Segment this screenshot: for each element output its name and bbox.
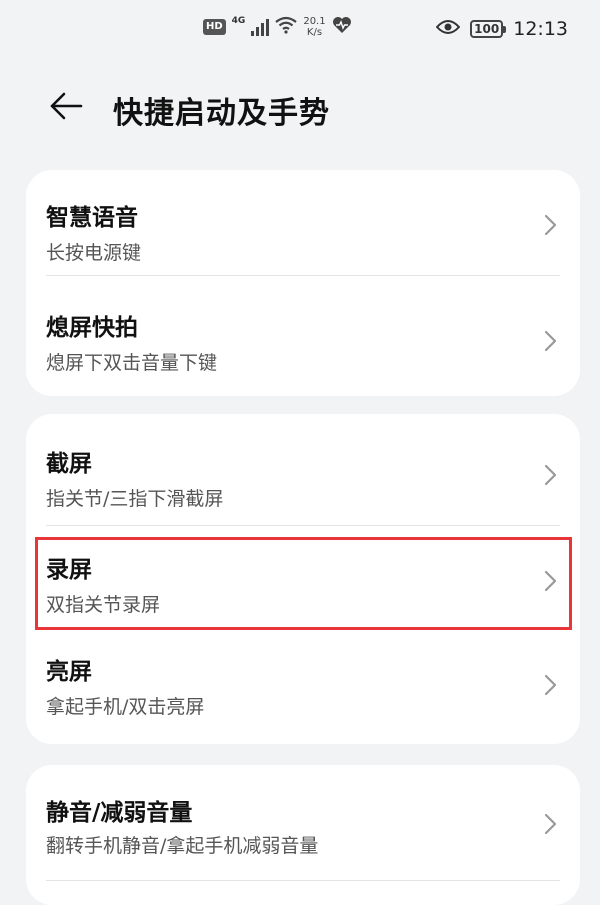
- speed-value: 20.1: [303, 16, 326, 27]
- settings-group-voice-capture: 智慧语音 长按电源键 熄屏快拍 熄屏下双击音量下键: [26, 170, 580, 396]
- app-header: 快捷启动及手势: [0, 72, 600, 142]
- chevron-right-icon: [544, 674, 557, 696]
- eye-icon: [435, 19, 461, 39]
- chevron-right-icon: [544, 570, 557, 592]
- divider: [46, 880, 560, 881]
- status-right: 100 12:13: [435, 18, 568, 40]
- item-title: 静音/减弱音量: [46, 800, 193, 826]
- item-subtitle: 拿起手机/双击亮屏: [46, 696, 205, 718]
- network-speed: 20.1 K/s: [303, 16, 325, 38]
- settings-group-mute: 静音/减弱音量 翻转手机静音/拿起手机减弱音量: [26, 765, 580, 905]
- list-item-screenshot[interactable]: 截屏 指关节/三指下滑截屏: [26, 414, 580, 526]
- back-button[interactable]: [44, 84, 88, 128]
- clock: 12:13: [513, 18, 568, 40]
- chevron-right-icon: [544, 813, 557, 835]
- list-item-wake-screen[interactable]: 亮屏 拿起手机/双击亮屏: [26, 632, 580, 738]
- heart-rate-icon: [332, 16, 352, 38]
- chevron-right-icon: [544, 214, 557, 236]
- item-subtitle: 指关节/三指下滑截屏: [46, 488, 224, 510]
- chevron-right-icon: [544, 330, 557, 352]
- list-item-smart-voice[interactable]: 智慧语音 长按电源键: [26, 170, 580, 276]
- arrow-left-icon: [50, 92, 83, 120]
- network-type-label: 4G: [231, 16, 246, 26]
- list-item-mute-reduce-volume[interactable]: 静音/减弱音量 翻转手机静音/拿起手机减弱音量: [26, 765, 580, 881]
- list-item-screen-off-snapshot[interactable]: 熄屏快拍 熄屏下双击音量下键: [26, 276, 580, 374]
- speed-unit: K/s: [306, 27, 323, 38]
- status-bar: HD 4G 20.1 K/s 100 12:13: [0, 0, 600, 62]
- item-subtitle: 双指关节录屏: [46, 594, 161, 616]
- item-title: 亮屏: [46, 659, 92, 685]
- settings-group-screen: 截屏 指关节/三指下滑截屏 录屏 双指关节录屏 亮屏 拿起手机/双击亮屏: [26, 414, 580, 744]
- item-title: 智慧语音: [46, 205, 138, 231]
- wifi-icon: [275, 16, 298, 38]
- item-title: 录屏: [46, 557, 92, 583]
- hd-icon: HD: [203, 19, 226, 35]
- signal-icon: [251, 18, 270, 36]
- status-indicators: HD 4G 20.1 K/s: [203, 16, 352, 38]
- item-subtitle: 长按电源键: [46, 242, 142, 264]
- page-title: 快捷启动及手势: [113, 96, 330, 131]
- item-subtitle: 熄屏下双击音量下键: [46, 352, 218, 374]
- list-item-screen-record[interactable]: 录屏 双指关节录屏: [26, 526, 580, 632]
- item-subtitle: 翻转手机静音/拿起手机减弱音量: [46, 835, 319, 857]
- item-title: 截屏: [46, 451, 92, 477]
- battery-icon: 100: [470, 20, 507, 38]
- item-title: 熄屏快拍: [46, 315, 138, 341]
- chevron-right-icon: [544, 464, 557, 486]
